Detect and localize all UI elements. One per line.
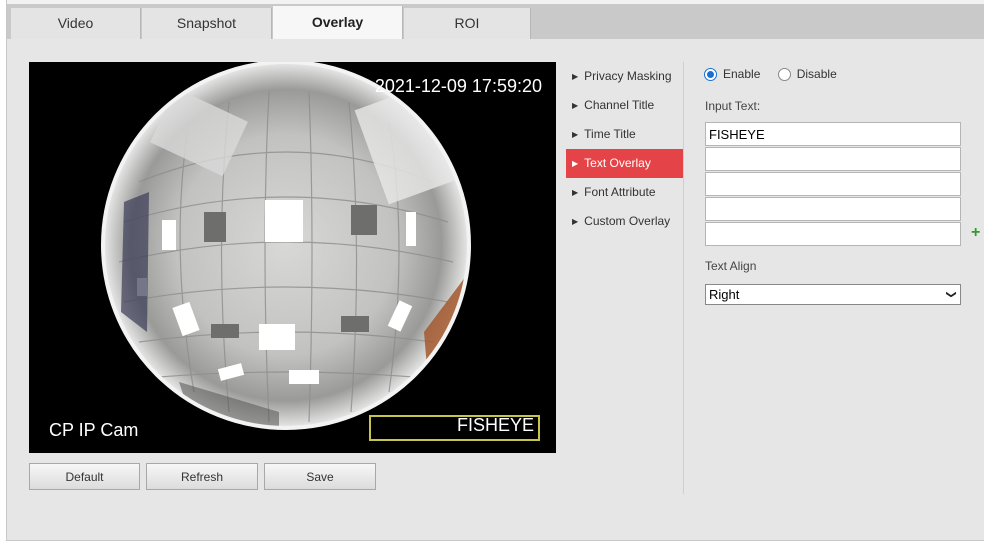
text-input-5[interactable]: [705, 222, 961, 246]
text-align-label: Text Align: [705, 259, 757, 273]
text-align-select[interactable]: Right ❯: [705, 284, 961, 305]
tab-video[interactable]: Video: [11, 8, 141, 39]
osd-text-overlay: FISHEYE: [456, 415, 534, 435]
divider: [683, 62, 684, 494]
save-button[interactable]: Save: [264, 463, 376, 490]
radio-selected-icon: [704, 68, 717, 81]
menu-item-channel-title[interactable]: ▶ Channel Title: [566, 91, 683, 120]
text-input-4[interactable]: [705, 197, 961, 221]
tab-roi[interactable]: ROI: [404, 8, 531, 39]
enable-radio-group: Enable Disable: [704, 65, 851, 83]
chevron-down-icon: ❯: [945, 290, 957, 299]
caret-right-icon: ▶: [572, 188, 579, 197]
radio-unselected-icon: [777, 68, 791, 81]
caret-right-icon: ▶: [572, 130, 579, 139]
tab-bar: Video Snapshot Overlay ROI: [7, 0, 984, 39]
osd-channel-title: CP IP Cam: [49, 420, 139, 440]
caret-right-icon: ▶: [572, 217, 579, 226]
input-text-label: Input Text:: [705, 99, 761, 113]
fisheye-image: [101, 62, 471, 430]
menu-item-privacy-masking[interactable]: ▶ Privacy Masking: [566, 62, 683, 91]
refresh-button[interactable]: Refresh: [146, 463, 258, 490]
osd-time-title: 2021-12-09 17:59:20: [374, 76, 542, 96]
text-input-1[interactable]: [705, 122, 961, 146]
menu-item-time-title[interactable]: ▶ Time Title: [566, 120, 683, 149]
config-panel: Video Snapshot Overlay ROI 2021-12-09 17…: [6, 0, 984, 541]
caret-right-icon: ▶: [572, 101, 579, 110]
caret-right-icon: ▶: [572, 159, 579, 168]
menu-item-text-overlay[interactable]: ▶ Text Overlay: [566, 149, 683, 178]
add-line-icon[interactable]: +: [971, 224, 980, 242]
text-input-3[interactable]: [705, 172, 961, 196]
menu-item-font-attribute[interactable]: ▶ Font Attribute: [566, 178, 683, 207]
tab-overlay[interactable]: Overlay: [273, 6, 403, 39]
caret-right-icon: ▶: [572, 72, 579, 81]
disable-radio[interactable]: Disable: [777, 67, 837, 81]
enable-radio[interactable]: Enable: [704, 67, 760, 81]
tab-snapshot[interactable]: Snapshot: [142, 8, 272, 39]
video-preview[interactable]: 2021-12-09 17:59:20 CP IP Cam FISHEYE: [29, 62, 556, 453]
text-input-2[interactable]: [705, 147, 961, 171]
default-button[interactable]: Default: [29, 463, 140, 490]
text-align-value: Right: [709, 287, 740, 302]
overlay-menu: ▶ Privacy Masking ▶ Channel Title ▶ Time Ti…: [566, 62, 683, 236]
text-overlay-box[interactable]: FISHEYE: [369, 415, 540, 441]
menu-item-custom-overlay[interactable]: ▶ Custom Overlay: [566, 207, 683, 236]
